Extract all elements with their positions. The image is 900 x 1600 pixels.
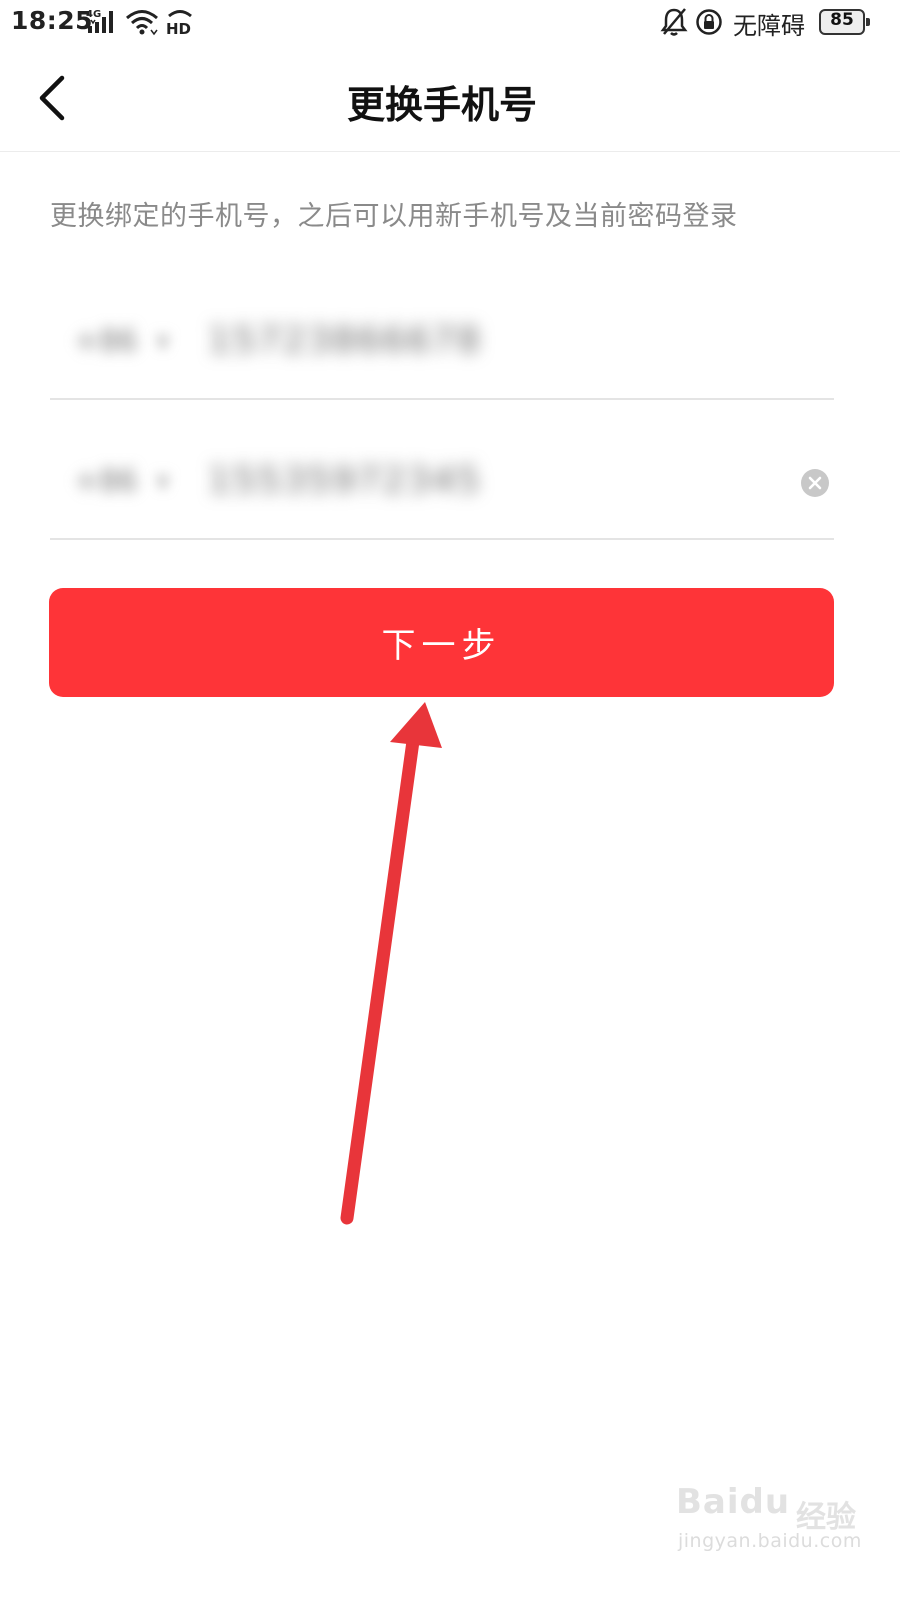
status-time: 18:25 xyxy=(11,6,94,35)
clear-input-button[interactable] xyxy=(800,468,830,498)
watermark-url: jingyan.baidu.com xyxy=(678,1530,862,1552)
signal-4g-icon: 4G xyxy=(86,9,113,33)
battery-level: 85 xyxy=(830,10,854,30)
current-phone-row: +86 ∨ 15723866678 xyxy=(50,260,834,400)
hd-call-icon: HD xyxy=(166,10,192,36)
svg-text:HD: HD xyxy=(166,20,191,36)
page-title: 更换手机号 xyxy=(346,83,537,127)
baidu-jingyan-watermark: Baidu 经验 jingyan.baidu.com xyxy=(676,1470,876,1580)
lock-rotation-icon xyxy=(696,9,722,35)
watermark-logo: Baidu xyxy=(676,1482,791,1522)
wifi-icon xyxy=(126,10,158,36)
new-phone-input[interactable]: 15535972345 xyxy=(208,460,482,501)
next-step-button[interactable]: 下一步 xyxy=(49,588,834,697)
new-phone-row: +86 ∨ 15535972345 xyxy=(50,400,834,540)
bell-muted-icon xyxy=(660,8,688,36)
chevron-down-icon[interactable]: ∨ xyxy=(154,466,172,494)
country-code-selector[interactable]: +86 xyxy=(74,464,137,499)
accessibility-label: 无障碍 xyxy=(733,12,805,40)
country-code-label: +86 xyxy=(74,324,138,359)
battery-icon: 85 xyxy=(819,9,870,35)
clear-circle-icon xyxy=(801,469,829,497)
annotation-arrow-icon xyxy=(340,702,442,1225)
description-text: 更换绑定的手机号，之后可以用新手机号及当前密码登录 xyxy=(50,201,738,232)
svg-text:4G: 4G xyxy=(86,9,101,20)
status-bar: 18:25 4G HD 无障碍 85 xyxy=(0,0,900,46)
current-phone-number: 15723866678 xyxy=(208,320,482,361)
chevron-down-icon: ∨ xyxy=(154,326,172,354)
header: 更换手机号 xyxy=(0,46,900,152)
